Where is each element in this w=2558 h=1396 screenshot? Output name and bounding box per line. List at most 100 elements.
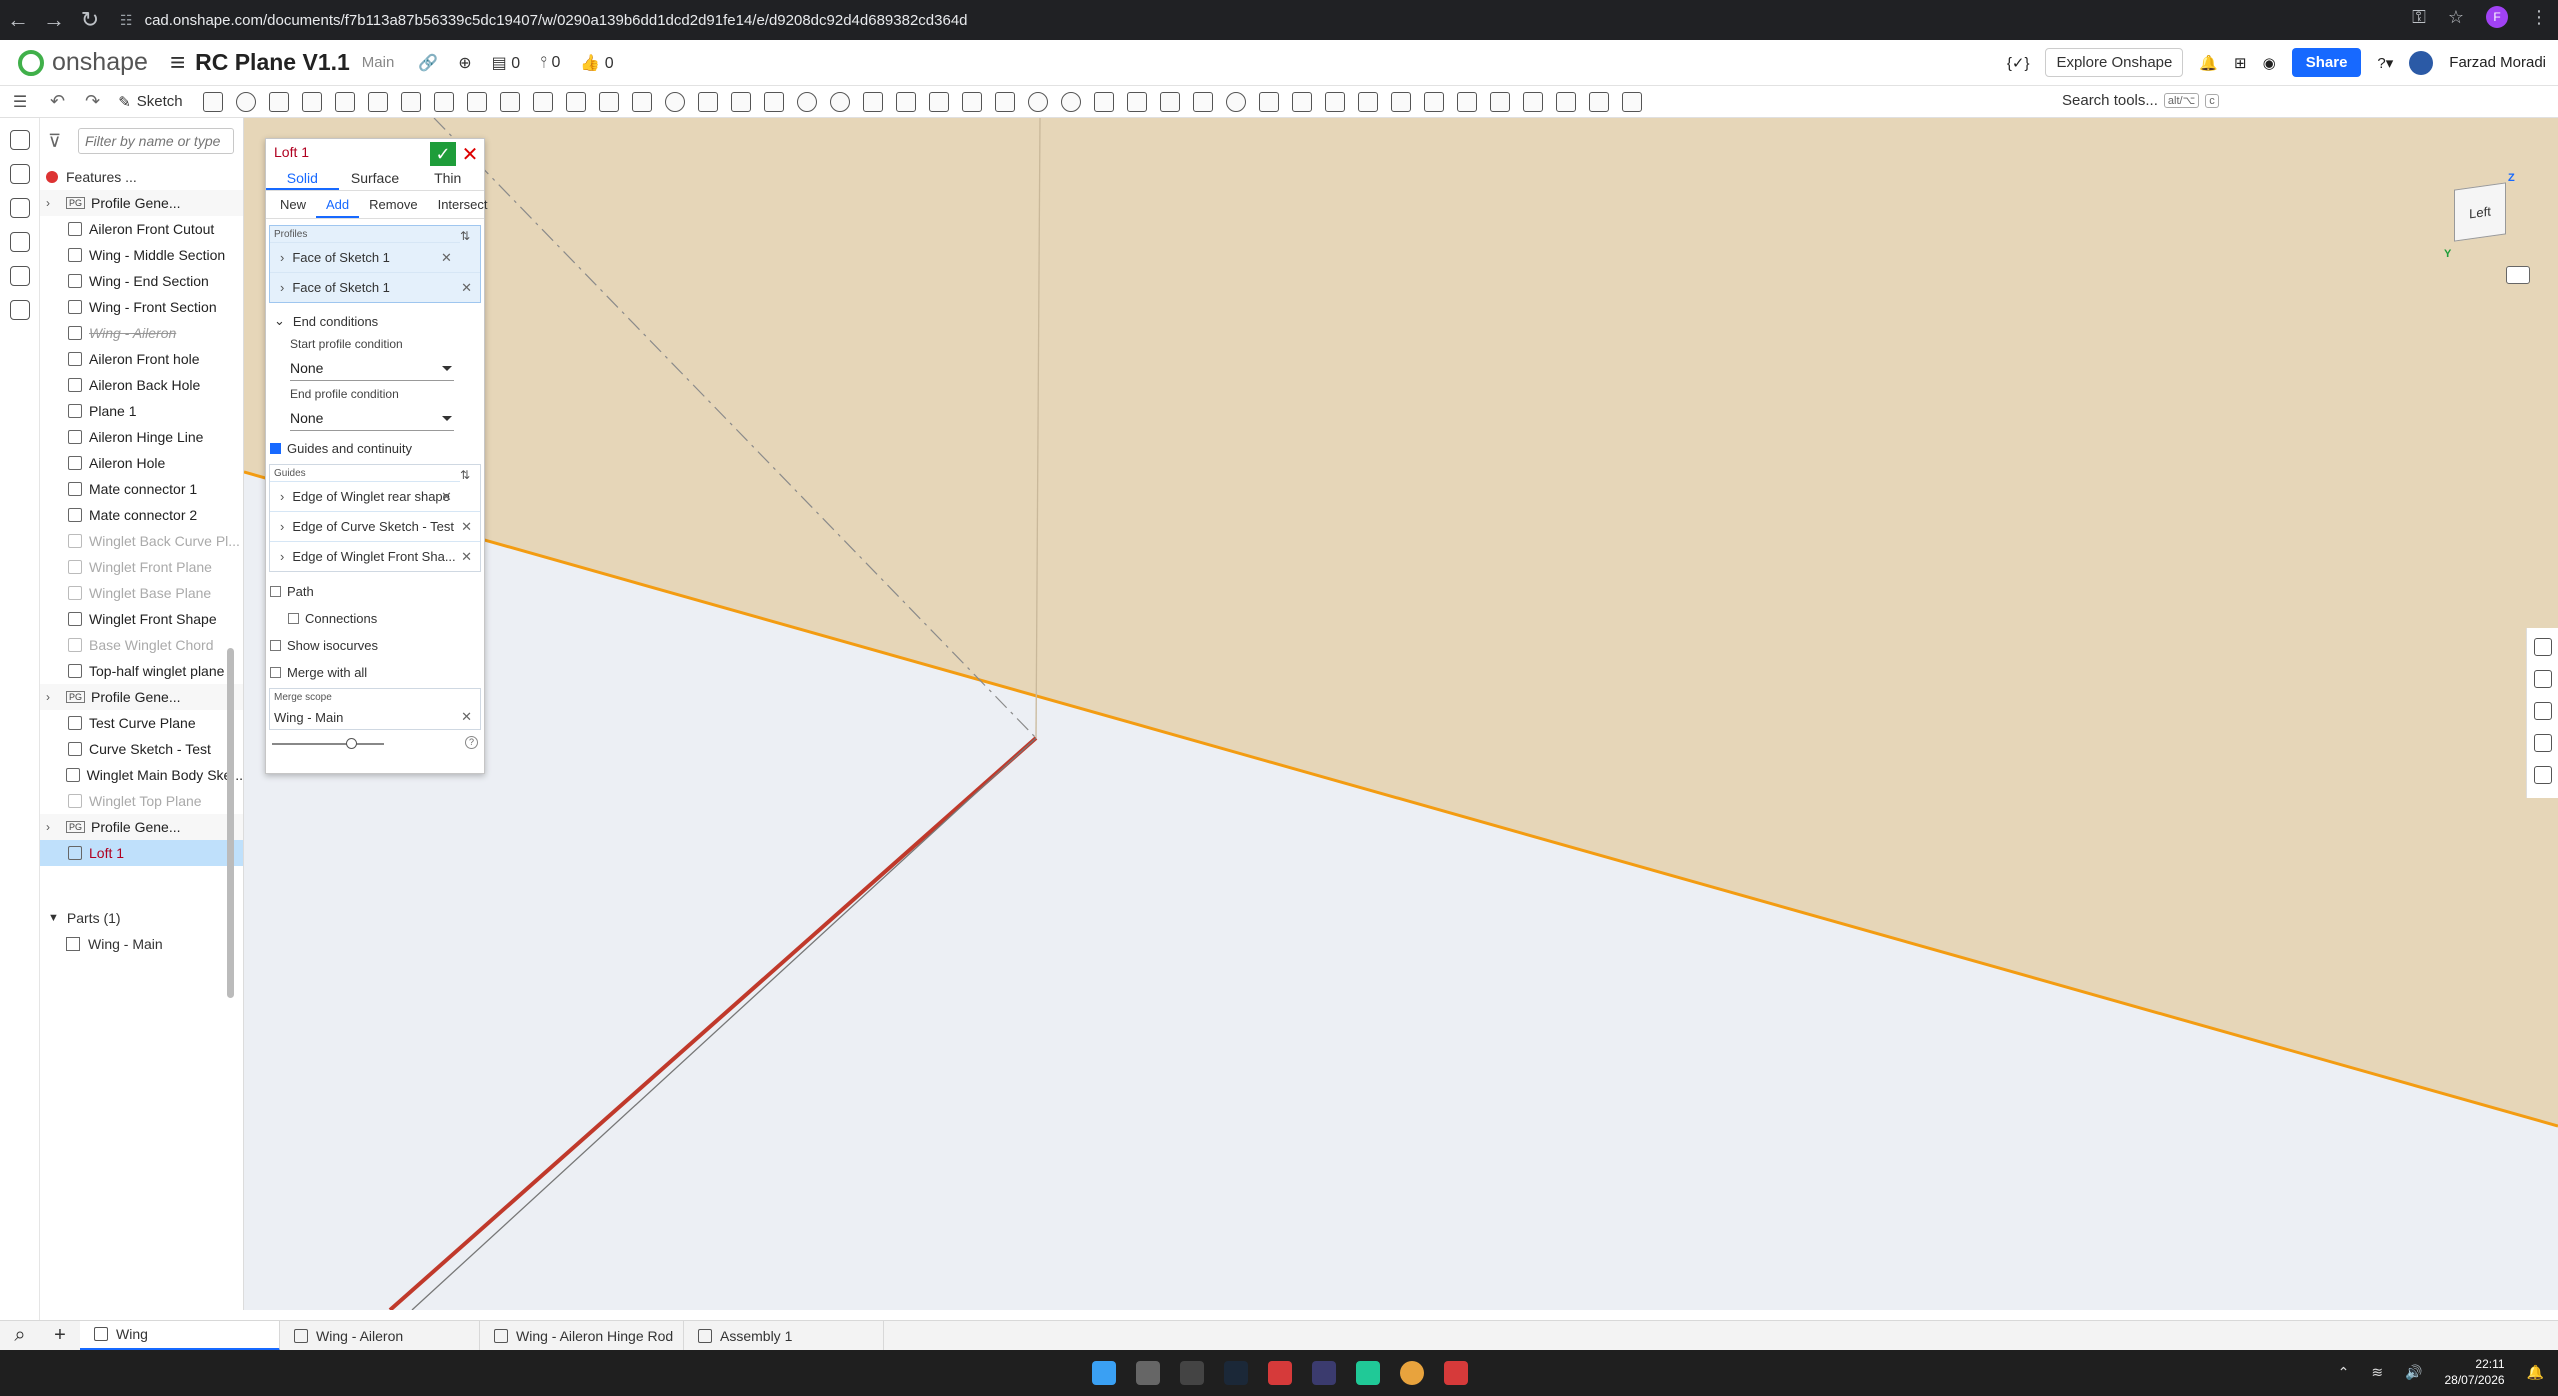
davinci-icon[interactable] bbox=[1312, 1361, 1336, 1385]
show-isocurves-checkbox[interactable]: Show isocurves bbox=[266, 632, 484, 659]
history-icon[interactable] bbox=[9, 266, 30, 286]
app-store-icon[interactable]: ⊞ bbox=[2234, 54, 2247, 72]
part-item[interactable]: Wing - Main bbox=[40, 931, 240, 957]
appearance-panel-icon[interactable] bbox=[2533, 638, 2552, 656]
chevron-right-icon[interactable]: › bbox=[46, 820, 60, 834]
tab-new[interactable]: New bbox=[270, 191, 316, 218]
feature-item[interactable]: Winglet Front Plane bbox=[40, 554, 243, 580]
feature-item[interactable]: Loft 1 bbox=[40, 840, 243, 866]
enclose-tool-icon[interactable] bbox=[367, 91, 388, 112]
chrome-icon[interactable] bbox=[1400, 1361, 1424, 1385]
boolean-tool-icon[interactable] bbox=[664, 91, 685, 112]
branch-label[interactable]: Main bbox=[362, 54, 395, 71]
feature-item[interactable]: Winglet Front Shape bbox=[40, 606, 243, 632]
feature-folder-item[interactable]: › PG Profile Gene... bbox=[40, 684, 243, 710]
frame-tool-icon[interactable] bbox=[1225, 91, 1246, 112]
merge-scope-item[interactable]: Wing - Main ✕ bbox=[270, 705, 480, 729]
tab-add[interactable]: Add bbox=[316, 191, 360, 218]
browser-menu-icon[interactable]: ⋮ bbox=[2530, 7, 2548, 28]
mirror-tool-icon[interactable] bbox=[631, 91, 652, 112]
feature-item[interactable]: Aileron Front Cutout bbox=[40, 216, 243, 242]
feature-item[interactable]: Top-half winglet plane bbox=[40, 658, 243, 684]
transform-tool-icon[interactable] bbox=[730, 91, 751, 112]
view-cube[interactable]: Left Z Y bbox=[2432, 168, 2522, 260]
end-condition-select[interactable]: None bbox=[290, 405, 454, 431]
move-face-tool-icon[interactable] bbox=[862, 91, 883, 112]
guide-item[interactable]: › Edge of Winglet Front Sha... ✕ bbox=[270, 541, 480, 571]
feature-item[interactable]: Wing - End Section bbox=[40, 268, 243, 294]
help-question-icon[interactable]: ? bbox=[465, 736, 478, 749]
feature-item[interactable]: Test Curve Plane bbox=[40, 710, 243, 736]
tray-chevron-up-icon[interactable]: ⌃ bbox=[2338, 1364, 2350, 1381]
replace-face-tool-icon[interactable] bbox=[895, 91, 916, 112]
remove-x-icon[interactable]: ✕ bbox=[441, 489, 452, 505]
windows-start-icon[interactable] bbox=[1092, 1361, 1116, 1385]
remove-x-icon[interactable]: ✕ bbox=[461, 549, 472, 565]
feature-item[interactable]: Winglet Base Plane bbox=[40, 580, 243, 606]
feature-list-toggle-icon[interactable]: ☰ bbox=[0, 92, 40, 112]
mass-properties-icon[interactable] bbox=[2533, 702, 2552, 720]
fit-spline-tool-icon[interactable] bbox=[1027, 91, 1048, 112]
feature-item[interactable]: Mate connector 1 bbox=[40, 476, 243, 502]
checkbox[interactable] bbox=[270, 640, 281, 651]
thicken-tool-icon[interactable] bbox=[334, 91, 355, 112]
feature-filter-input[interactable] bbox=[78, 128, 234, 154]
isocline-tool-icon[interactable] bbox=[1522, 91, 1543, 112]
fill-tool-icon[interactable] bbox=[1291, 91, 1312, 112]
feature-item[interactable]: Winglet Back Curve Pl... bbox=[40, 528, 243, 554]
composite-curve-tool-icon[interactable] bbox=[1456, 91, 1477, 112]
feature-item[interactable]: Plane 1 bbox=[40, 398, 243, 424]
configurations-icon[interactable] bbox=[9, 232, 30, 252]
render-mode-icon[interactable] bbox=[2506, 266, 2530, 284]
branches-counter[interactable]: ⫯ 0 bbox=[540, 54, 560, 72]
feature-item[interactable]: Mate connector 2 bbox=[40, 502, 243, 528]
bookmark-star-icon[interactable]: ☆ bbox=[2448, 7, 2464, 28]
surface-tool-icon[interactable] bbox=[1258, 91, 1279, 112]
edge-curve-tool-icon[interactable] bbox=[1555, 91, 1576, 112]
variable-tool-icon[interactable] bbox=[1093, 91, 1114, 112]
offset-surface-tool-icon[interactable] bbox=[829, 91, 850, 112]
start-condition-select[interactable]: None bbox=[290, 355, 454, 381]
linear-pattern-tool-icon[interactable] bbox=[598, 91, 619, 112]
versions-counter[interactable]: ▤ 0 bbox=[492, 53, 520, 73]
link-icon[interactable]: 🔗 bbox=[418, 53, 438, 73]
projected-curve-tool-icon[interactable] bbox=[1489, 91, 1510, 112]
guide-item[interactable]: › Edge of Winglet rear shape ✕ bbox=[270, 481, 460, 511]
volume-icon[interactable]: 🔊 bbox=[2405, 1364, 2422, 1381]
checkbox[interactable] bbox=[288, 613, 299, 624]
menu-icon[interactable]: ≡ bbox=[170, 47, 185, 78]
back-icon[interactable]: ← bbox=[0, 7, 36, 33]
explore-onshape-button[interactable]: Explore Onshape bbox=[2045, 48, 2184, 77]
profile-generator-tool-icon[interactable] bbox=[1588, 91, 1609, 112]
profile-item[interactable]: › Face of Sketch 1 ✕ bbox=[270, 272, 480, 302]
browser-profile-avatar[interactable]: F bbox=[2486, 6, 2508, 28]
feature-item[interactable]: Winglet Main Body Ske... bbox=[40, 762, 243, 788]
system-clock[interactable]: 22:11 28/07/2026 bbox=[2445, 1356, 2505, 1388]
measure-tool-icon[interactable] bbox=[1060, 91, 1081, 112]
likes-counter[interactable]: 👍 0 bbox=[580, 53, 613, 73]
features-header[interactable]: Features ... bbox=[40, 164, 243, 190]
profile-item[interactable]: › Face of Sketch 1 ✕ bbox=[270, 242, 460, 272]
feature-item[interactable]: Aileron Hinge Line bbox=[40, 424, 243, 450]
help-icon[interactable]: ?▾ bbox=[2377, 54, 2393, 72]
path-checkbox[interactable]: Path bbox=[266, 578, 484, 605]
graphics-viewport[interactable] bbox=[244, 118, 2558, 1310]
app-red-2-icon[interactable] bbox=[1444, 1361, 1468, 1385]
loft-tool-icon[interactable] bbox=[301, 91, 322, 112]
tab-manager-icon[interactable]: ⌕ bbox=[0, 1324, 40, 1347]
plane-tool-icon[interactable] bbox=[928, 91, 949, 112]
bill-of-materials-icon[interactable] bbox=[9, 198, 30, 218]
steam-icon[interactable] bbox=[1224, 1361, 1248, 1385]
shell-tool-icon[interactable] bbox=[532, 91, 553, 112]
custom-tables-icon[interactable] bbox=[2533, 766, 2552, 784]
feature-item[interactable]: Aileron Hole bbox=[40, 450, 243, 476]
undo-icon[interactable]: ↶ bbox=[50, 91, 65, 112]
sketch-button[interactable]: ✎ Sketch bbox=[118, 93, 182, 111]
public-globe-icon[interactable]: ⊕ bbox=[458, 53, 471, 73]
remove-x-icon[interactable]: ✕ bbox=[461, 519, 472, 535]
guide-item[interactable]: › Edge of Curve Sketch - Test ✕ bbox=[270, 511, 480, 541]
redo-icon[interactable]: ↷ bbox=[85, 91, 100, 112]
doc-tab[interactable]: Wing - Aileron bbox=[280, 1320, 480, 1351]
reload-icon[interactable]: ↻ bbox=[72, 7, 108, 33]
add-tab-icon[interactable]: + bbox=[40, 1324, 80, 1347]
